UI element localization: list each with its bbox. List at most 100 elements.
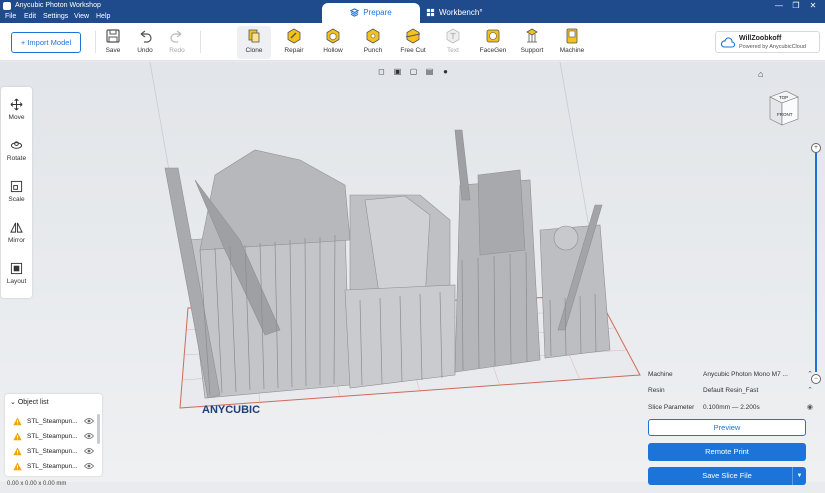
settings-icon[interactable]: ◉: [807, 403, 813, 411]
chevron-up-icon[interactable]: ⌃: [807, 386, 813, 394]
save-label: Save: [105, 47, 121, 54]
tab-workbench[interactable]: Workbench°: [426, 3, 506, 23]
punch-icon: [366, 28, 380, 44]
machine-value: Anycubic Photon Mono M7 ...: [703, 371, 788, 378]
redo-label: Redo: [169, 47, 185, 54]
list-item[interactable]: STL_Steampun...: [5, 444, 97, 459]
redo-button[interactable]: Redo: [160, 26, 194, 59]
tab-workbench-label: Workbench: [439, 8, 480, 17]
app-logo-icon: [3, 2, 11, 10]
menu-file[interactable]: File: [5, 13, 16, 20]
save-button[interactable]: Save: [96, 26, 130, 59]
undo-label: Undo: [137, 47, 153, 54]
warning-icon: [13, 417, 22, 426]
undo-button[interactable]: Undo: [128, 26, 162, 59]
slice-parameter-key: Slice Parameter: [648, 404, 695, 411]
eye-icon[interactable]: [84, 447, 94, 455]
remote-print-button[interactable]: Remote Print: [648, 443, 806, 461]
machine-row[interactable]: Machine Anycubic Photon Mono M7 ... ⌃: [648, 369, 813, 381]
tab-prepare-label: Prepare: [363, 8, 392, 17]
selection-dimensions: 0.00 x 0.00 x 0.00 mm: [7, 481, 67, 487]
hollow-button[interactable]: Hollow: [316, 26, 350, 59]
resin-row[interactable]: Resin Default Resin_Fast ⌃: [648, 385, 813, 397]
save-slice-file-button[interactable]: Save Slice File ▼: [648, 467, 806, 485]
support-button[interactable]: Support: [515, 26, 549, 59]
rotate-tool[interactable]: Rotate: [1, 131, 32, 171]
layout-icon: [10, 262, 23, 275]
view-section-icon[interactable]: ▤: [424, 66, 435, 77]
object-name: STL_Steampun...: [27, 418, 78, 425]
view-solid-icon[interactable]: ▣: [392, 66, 403, 77]
rotate-label: Rotate: [6, 155, 27, 162]
repair-icon: [287, 28, 301, 44]
clone-button[interactable]: Clone: [237, 26, 271, 59]
slice-parameter-value: 0.100mm — 2.200s: [703, 404, 760, 411]
menu-help[interactable]: Help: [96, 13, 110, 20]
toolbar: + Import Model Save Undo Redo Clone Repa…: [0, 23, 825, 61]
minimize-button[interactable]: —: [773, 1, 785, 11]
menu-view[interactable]: View: [74, 13, 89, 20]
view-shade-icon[interactable]: ●: [440, 66, 451, 77]
support-icon: [526, 28, 538, 43]
object-name: STL_Steampun...: [27, 463, 78, 470]
slice-parameter-row[interactable]: Slice Parameter 0.100mm — 2.200s ◉: [648, 402, 813, 414]
punch-button[interactable]: Punch: [356, 26, 390, 59]
object-list-header[interactable]: ⌄ Object list: [10, 398, 49, 406]
object-name: STL_Steampun...: [27, 433, 78, 440]
layer-slider-track[interactable]: [815, 150, 817, 372]
close-button[interactable]: ✕: [807, 1, 819, 11]
object-list-scrollbar[interactable]: [97, 414, 100, 444]
mirror-tool[interactable]: Mirror: [1, 213, 32, 253]
tab-prepare[interactable]: Prepare: [322, 3, 420, 23]
maximize-button[interactable]: ❒: [790, 1, 802, 11]
scale-tool[interactable]: Scale: [1, 172, 32, 212]
layout-label: Layout: [6, 278, 27, 285]
machine-button[interactable]: Machine: [555, 26, 589, 59]
punch-label: Punch: [363, 47, 383, 54]
hollow-icon: [326, 28, 340, 44]
chevron-down-icon[interactable]: ⌄: [10, 399, 16, 406]
home-view-icon[interactable]: ⌂: [758, 69, 768, 79]
face-icon: [486, 29, 500, 43]
chevron-up-icon[interactable]: ⌃: [807, 370, 813, 378]
text-button[interactable]: Text: [436, 26, 470, 59]
import-model-button[interactable]: + Import Model: [11, 32, 81, 53]
menu-settings[interactable]: Settings: [43, 13, 68, 20]
list-item[interactable]: STL_Steampun...: [5, 459, 97, 474]
view-iso-icon[interactable]: ◻: [376, 66, 387, 77]
eye-icon[interactable]: [84, 432, 94, 440]
save-slice-file-label: Save Slice File: [702, 471, 752, 480]
eye-icon[interactable]: [84, 417, 94, 425]
object-list-title: Object list: [17, 399, 49, 406]
machine-key: Machine: [648, 371, 673, 378]
list-item[interactable]: STL_Steampun...: [5, 429, 97, 444]
clone-label: Clone: [245, 47, 263, 54]
layout-tool[interactable]: Layout: [1, 254, 32, 294]
menu-edit[interactable]: Edit: [24, 13, 36, 20]
view-wire-icon[interactable]: ▢: [408, 66, 419, 77]
account-subtitle: Powered by AnycubicCloud: [739, 44, 806, 50]
view-cube[interactable]: TOP FRONT: [762, 87, 802, 129]
layer-slider-top-handle[interactable]: +: [811, 143, 821, 153]
mirror-label: Mirror: [8, 237, 25, 244]
eye-icon[interactable]: [84, 462, 94, 470]
undo-icon: [140, 30, 152, 43]
workbench-badge: °: [479, 8, 483, 17]
warning-icon: [13, 447, 22, 456]
view-cube-front: FRONT: [777, 112, 793, 117]
scale-label: Scale: [8, 196, 25, 203]
repair-button[interactable]: Repair: [277, 26, 311, 59]
free-cut-button[interactable]: Free Cut: [396, 26, 430, 59]
resin-value: Default Resin_Fast: [703, 387, 759, 394]
object-list-panel: ⌄ Object list STL_Steampun... STL_Steamp…: [5, 394, 102, 476]
dropdown-arrow-icon[interactable]: ▼: [792, 467, 806, 485]
move-tool[interactable]: Move: [1, 90, 32, 130]
redo-icon: [170, 30, 182, 43]
move-icon: [10, 98, 23, 111]
free-cut-label: Free Cut: [400, 47, 426, 54]
list-item[interactable]: STL_Steampun...: [5, 414, 97, 429]
view-cube-top: TOP: [779, 95, 788, 100]
account-badge[interactable]: WillZoobkoff Powered by AnycubicCloud: [715, 31, 820, 53]
facegen-button[interactable]: FaceGen: [476, 26, 510, 59]
preview-button[interactable]: Preview: [648, 419, 806, 436]
